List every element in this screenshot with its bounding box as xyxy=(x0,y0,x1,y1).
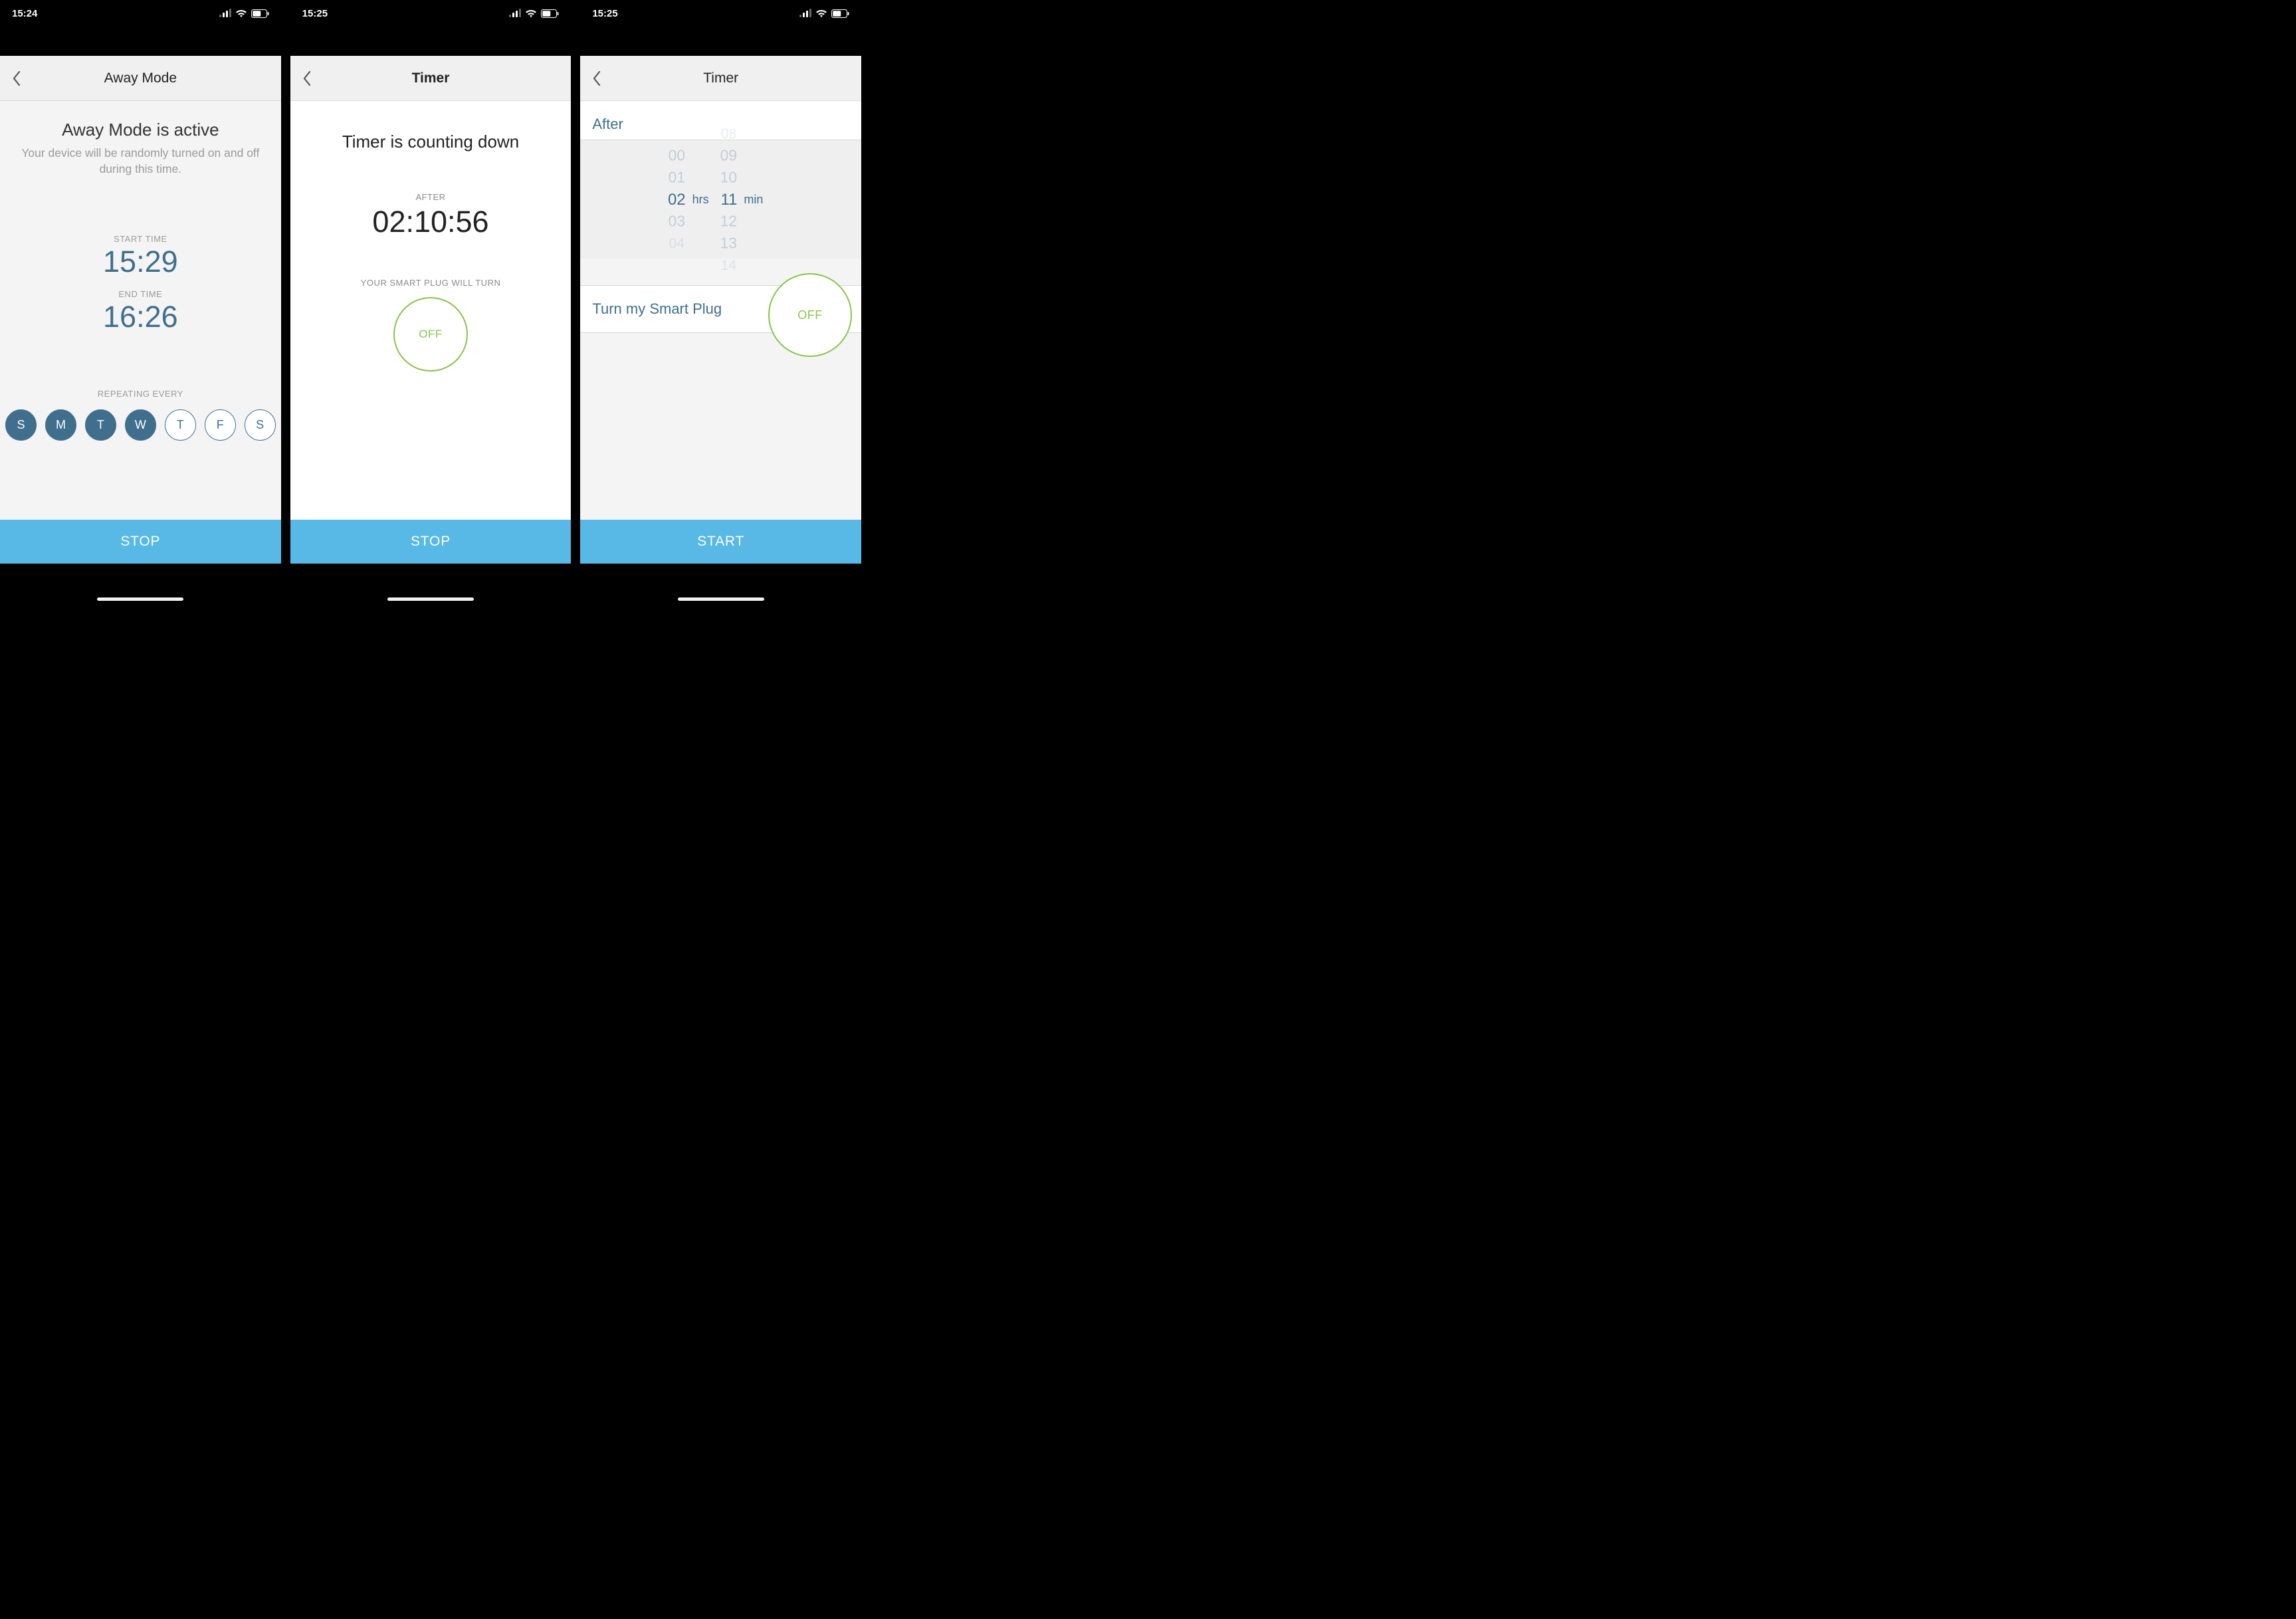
away-subtitle: Your device will be randomly turned on a… xyxy=(12,146,269,177)
primary-action-button[interactable]: START xyxy=(580,520,861,564)
primary-action-label: STOP xyxy=(120,534,160,550)
status-bar: 15:24 xyxy=(12,7,269,20)
status-time: 15:25 xyxy=(592,8,617,19)
primary-action-button[interactable]: STOP xyxy=(290,520,572,564)
start-time-label: START TIME xyxy=(0,234,281,244)
wifi-icon xyxy=(235,9,247,18)
bottom-bar xyxy=(0,564,281,606)
minutes-column[interactable]: 08 09 10 11 12 13 14 min xyxy=(720,140,774,259)
duration-picker[interactable]: 00 01 02 03 04 hrs 08 09 10 11 12 xyxy=(580,140,861,259)
nav-bar: Timer xyxy=(290,56,572,101)
end-time-label: END TIME xyxy=(0,289,281,299)
minutes-unit: min xyxy=(744,193,763,207)
status-time: 15:24 xyxy=(12,8,37,19)
away-headline: Away Mode is active xyxy=(0,120,281,140)
battery-icon xyxy=(251,9,269,18)
signal-icon xyxy=(509,9,521,17)
after-label: AFTER xyxy=(290,192,572,202)
day-fri[interactable]: F xyxy=(205,409,236,441)
status-area: 15:25 xyxy=(290,0,572,56)
minutes-opt: 09 xyxy=(720,145,736,165)
battery-icon xyxy=(541,9,559,18)
status-area: 15:25 xyxy=(580,0,861,56)
timer-headline: Timer is counting down xyxy=(290,132,572,152)
days-row: S M T W T F S xyxy=(0,409,281,441)
countdown-value: 02:10:56 xyxy=(290,205,572,239)
day-mon[interactable]: M xyxy=(45,409,76,441)
day-thu[interactable]: T xyxy=(165,409,196,441)
device-state-text: OFF xyxy=(797,308,823,322)
day-wed[interactable]: W xyxy=(125,409,156,441)
hours-selected: 02 xyxy=(668,189,686,211)
app-frame: Timer After 00 01 02 03 04 hrs 08 xyxy=(580,56,861,564)
status-icons xyxy=(799,9,849,18)
minutes-opt: 13 xyxy=(720,233,736,253)
screen-away-mode: 15:24 Away Mode Away Mode is active Y xyxy=(0,0,281,606)
hours-unit: hrs xyxy=(692,193,709,207)
hours-opt: 03 xyxy=(669,211,685,231)
screen-timer-setup: 15:25 Timer After xyxy=(580,0,861,606)
minutes-opt: 08 xyxy=(720,124,736,143)
nav-bar: Timer xyxy=(580,56,861,101)
status-icons xyxy=(509,9,559,18)
bottom-bar xyxy=(580,564,861,606)
end-time-block[interactable]: END TIME 16:26 xyxy=(0,289,281,334)
device-state-circle[interactable]: OFF xyxy=(768,273,852,357)
page-title: Away Mode xyxy=(0,70,281,86)
content-area: Timer is counting down AFTER 02:10:56 YO… xyxy=(290,101,572,520)
primary-action-label: START xyxy=(697,534,744,550)
screen-timer-running: 15:25 Timer Timer is counting down AF xyxy=(290,0,572,606)
home-indicator[interactable] xyxy=(387,597,474,601)
hours-column[interactable]: 00 01 02 03 04 hrs xyxy=(668,140,720,259)
day-sat[interactable]: S xyxy=(245,409,276,441)
primary-action-button[interactable]: STOP xyxy=(0,520,281,564)
status-bar: 15:25 xyxy=(592,7,849,20)
minutes-opt: 12 xyxy=(720,211,736,231)
content-area: After 00 01 02 03 04 hrs 08 09 xyxy=(580,101,861,520)
content-area: Away Mode is active Your device will be … xyxy=(0,101,281,520)
day-tue[interactable]: T xyxy=(85,409,116,441)
device-turn-label: YOUR SMART PLUG WILL TURN xyxy=(290,278,572,288)
end-time-value: 16:26 xyxy=(0,300,281,334)
primary-action-label: STOP xyxy=(411,534,451,550)
wifi-icon xyxy=(525,9,537,18)
nav-bar: Away Mode xyxy=(0,56,281,101)
status-area: 15:24 xyxy=(0,0,281,56)
day-sun[interactable]: S xyxy=(5,409,37,441)
home-indicator[interactable] xyxy=(97,597,183,601)
hours-opt: 01 xyxy=(669,167,685,187)
hours-opt: 04 xyxy=(669,233,684,253)
signal-icon xyxy=(219,9,231,17)
app-frame: Away Mode Away Mode is active Your devic… xyxy=(0,56,281,564)
home-indicator[interactable] xyxy=(678,597,764,601)
status-bar: 15:25 xyxy=(302,7,560,20)
minutes-opt: 10 xyxy=(720,167,736,187)
battery-icon xyxy=(831,9,849,18)
repeat-label: REPEATING EVERY xyxy=(0,389,281,399)
device-state-circle[interactable]: OFF xyxy=(393,297,468,372)
status-time: 15:25 xyxy=(302,8,328,19)
bottom-bar xyxy=(290,564,572,606)
start-time-value: 15:29 xyxy=(0,245,281,278)
status-icons xyxy=(219,9,269,18)
device-state-text: OFF xyxy=(419,328,443,341)
signal-icon xyxy=(799,9,811,17)
wifi-icon xyxy=(815,9,827,18)
minutes-opt: 14 xyxy=(720,255,736,274)
start-time-block[interactable]: START TIME 15:29 xyxy=(0,234,281,278)
minutes-selected: 11 xyxy=(720,189,737,211)
hours-opt: 00 xyxy=(669,145,685,165)
app-frame: Timer Timer is counting down AFTER 02:10… xyxy=(290,56,572,564)
page-title: Timer xyxy=(290,70,572,86)
page-title: Timer xyxy=(580,70,861,86)
